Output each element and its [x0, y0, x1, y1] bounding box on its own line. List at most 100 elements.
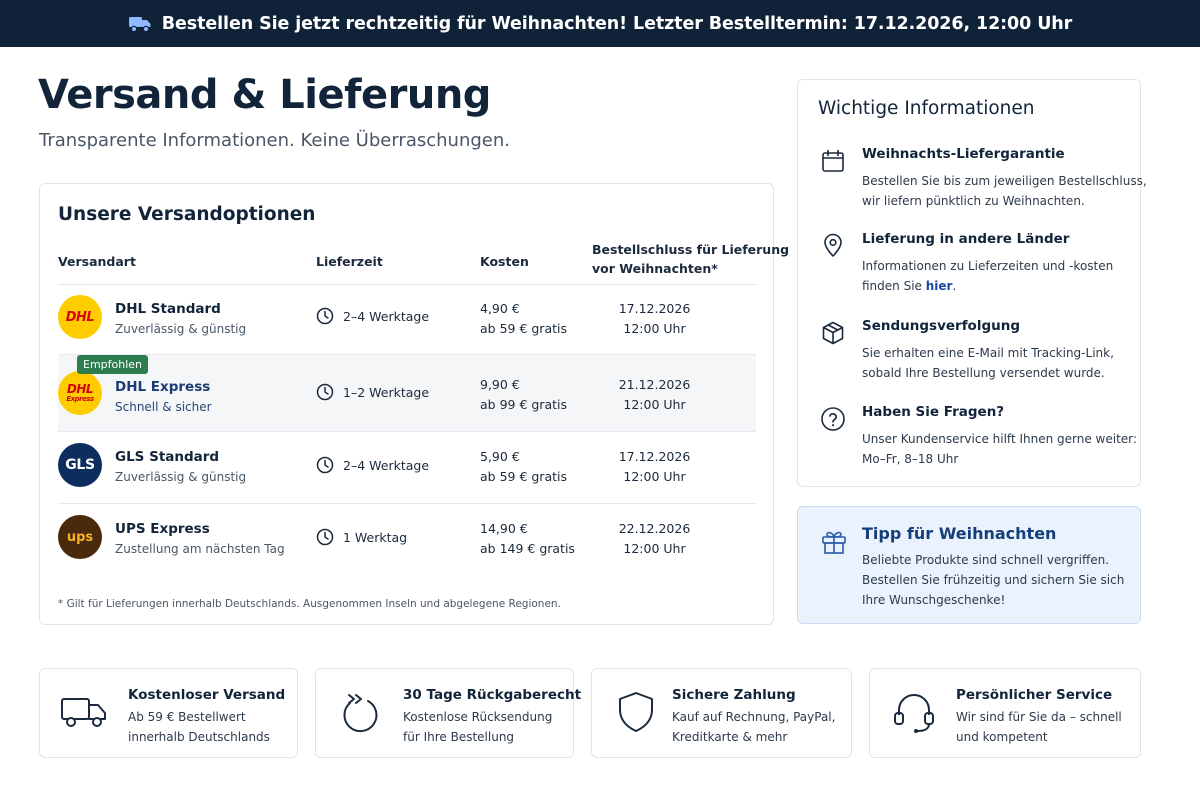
- info-item-line: finden Sie hier.: [862, 276, 1113, 296]
- info-item-line: Unser Kundenservice hilft Ihnen gerne we…: [862, 432, 1137, 446]
- column-header-deadline: Bestellschluss für Lieferung vor Weihnac…: [592, 240, 789, 278]
- info-item-line: wir liefern pünktlich zu Weihnachten.: [862, 194, 1085, 208]
- clock-icon: [316, 456, 334, 474]
- dhl-logo: DHL: [58, 295, 102, 339]
- dhl-express-logo-text: Express: [66, 395, 94, 403]
- banner-text: Bestellen Sie jetzt rechtzeitig für Weih…: [161, 13, 1073, 34]
- shipping-options-title: Unsere Versandoptionen: [58, 204, 316, 225]
- info-item-text: Bestellen Sie bis zum jeweiligen Bestell…: [862, 171, 1147, 211]
- deadline-time: 12:00 Uhr: [623, 321, 686, 336]
- feature-title: Persönlicher Service: [956, 687, 1113, 703]
- delivery-time: 1 Werktag: [343, 530, 408, 545]
- gift-icon: [822, 531, 846, 554]
- info-item-title: Weihnachts-Liefergarantie: [862, 146, 1065, 162]
- info-item-line: Mo–Fr, 8–18 Uhr: [862, 452, 959, 466]
- shipping-cost: 5,90 €: [480, 449, 520, 464]
- feature-text: Kostenlose Rücksendung für Ihre Bestellu…: [403, 707, 552, 747]
- ups-logo: ups: [58, 515, 102, 559]
- free-shipping-threshold: ab 59 € gratis: [480, 469, 567, 484]
- dhl-express-logo: DHL Express: [58, 371, 102, 415]
- deadline-date: 22.12.2026: [618, 521, 691, 536]
- carrier-name: UPS Express: [115, 521, 210, 537]
- table-row-dhl-express[interactable]: DHL Express DHL Express Schnell & sicher…: [58, 355, 756, 432]
- gls-logo: GLS: [58, 443, 102, 487]
- announcement-banner: Bestellen Sie jetzt rechtzeitig für Weih…: [0, 0, 1200, 47]
- feature-title: Sichere Zahlung: [672, 687, 796, 703]
- carrier-description: Schnell & sicher: [115, 400, 212, 414]
- truck-icon: [128, 15, 152, 33]
- shipping-cost: 4,90 €: [480, 301, 520, 316]
- info-item-text: Sie erhalten eine E-Mail mit Tracking-Li…: [862, 343, 1114, 383]
- shipping-cost: 9,90 €: [480, 377, 520, 392]
- feature-text: Ab 59 € Bestellwert innerhalb Deutschlan…: [128, 707, 270, 747]
- info-item-title: Lieferung in andere Länder: [862, 231, 1070, 247]
- recommended-badge: Empfohlen: [77, 355, 149, 374]
- clock-icon: [316, 528, 334, 546]
- return-icon: [343, 694, 378, 733]
- feature-line: und kompetent: [956, 730, 1048, 744]
- table-row-gls-standard[interactable]: GLS GLS Standard Zuverlässig & günstig 2…: [58, 432, 756, 504]
- info-item-line: Sie erhalten eine E-Mail mit Tracking-Li…: [862, 346, 1114, 360]
- headset-icon: [894, 694, 934, 733]
- column-header-cost: Kosten: [480, 254, 529, 269]
- gls-logo-text: GLS: [65, 457, 95, 473]
- clock-icon: [316, 383, 334, 401]
- info-item-title: Sendungsverfolgung: [862, 318, 1021, 334]
- column-header-method: Versandart: [58, 254, 136, 269]
- international-info-link[interactable]: hier: [926, 279, 953, 293]
- page-subtitle: Transparente Informationen. Keine Überra…: [39, 130, 510, 151]
- deadline-time: 12:00 Uhr: [623, 541, 686, 556]
- deadline-date: 17.12.2026: [618, 449, 691, 464]
- feature-line: für Ihre Bestellung: [403, 730, 515, 744]
- feature-title: 30 Tage Rückgaberecht: [403, 687, 582, 703]
- tip-title: Tipp für Weihnachten: [862, 524, 1057, 543]
- free-shipping-threshold: ab 59 € gratis: [480, 321, 567, 336]
- feature-line: innerhalb Deutschlands: [128, 730, 270, 744]
- carrier-name: DHL Standard: [115, 301, 221, 317]
- carrier-name: GLS Standard: [115, 449, 220, 465]
- clock-icon: [316, 307, 334, 325]
- carrier-description: Zuverlässig & günstig: [115, 470, 247, 484]
- feature-line: Wir sind für Sie da – schnell: [956, 710, 1122, 724]
- info-item-text: Informationen zu Lieferzeiten und -koste…: [862, 256, 1113, 296]
- feature-free-shipping: Kostenloser Versand Ab 59 € Bestellwert …: [39, 668, 298, 758]
- carrier-description: Zustellung am nächsten Tag: [115, 542, 285, 556]
- dhl-logo-text: DHL: [66, 382, 94, 396]
- map-pin-icon: [824, 233, 842, 257]
- feature-line: Kreditkarte & mehr: [672, 730, 788, 744]
- feature-personal-service: Persönlicher Service Wir sind für Sie da…: [869, 668, 1141, 758]
- feature-text: Wir sind für Sie da – schnell und kompet…: [956, 707, 1122, 747]
- info-item-text: Unser Kundenservice hilft Ihnen gerne we…: [862, 429, 1137, 469]
- tip-line: Beliebte Produkte sind schnell vergriffe…: [862, 553, 1110, 567]
- info-item-text-prefix: finden Sie: [862, 279, 926, 293]
- truck-icon: [61, 698, 106, 727]
- carrier-name: DHL Express: [115, 379, 211, 395]
- tip-line: Bestellen Sie frühzeitig und sichern Sie…: [862, 573, 1125, 587]
- column-header-time: Lieferzeit: [316, 254, 383, 269]
- tip-line: Ihre Wunschgeschenke!: [862, 593, 1006, 607]
- shipping-footnote: * Gilt für Lieferungen innerhalb Deutsch…: [58, 598, 561, 610]
- info-item-line: Informationen zu Lieferzeiten und -koste…: [862, 259, 1114, 273]
- feature-secure-payment: Sichere Zahlung Kauf auf Rechnung, PayPa…: [591, 668, 852, 758]
- feature-title: Kostenloser Versand: [128, 687, 286, 703]
- table-row-dhl-standard[interactable]: DHL DHL Standard Zuverlässig & günstig 2…: [58, 285, 756, 355]
- delivery-time: 1–2 Werktage: [343, 385, 430, 400]
- deadline-date: 21.12.2026: [618, 377, 691, 392]
- deadline-time: 12:00 Uhr: [623, 397, 686, 412]
- free-shipping-threshold: ab 149 € gratis: [480, 541, 575, 556]
- delivery-time: 2–4 Werktage: [343, 309, 430, 324]
- shipping-cost: 14,90 €: [480, 521, 528, 536]
- info-item-title: Haben Sie Fragen?: [862, 404, 1005, 420]
- info-item-text-suffix: .: [952, 279, 957, 293]
- info-item-line: sobald Ihre Bestellung versendet wurde.: [862, 366, 1105, 380]
- feature-line: Kauf auf Rechnung, PayPal,: [672, 710, 836, 724]
- table-row-ups-express[interactable]: ups UPS Express Zustellung am nächsten T…: [58, 504, 756, 576]
- package-icon: [822, 321, 844, 345]
- shipping-options-card: Unsere Versandoptionen Versandart Liefer…: [39, 183, 789, 625]
- column-header-deadline-line2: vor Weihnachten*: [592, 261, 718, 276]
- info-item-line: Bestellen Sie bis zum jeweiligen Bestell…: [862, 174, 1147, 188]
- delivery-time: 2–4 Werktage: [343, 458, 430, 473]
- column-header-deadline-line1: Bestellschluss für Lieferung: [592, 242, 790, 257]
- page-title: Versand & Lieferung: [38, 72, 491, 118]
- free-shipping-threshold: ab 99 € gratis: [480, 397, 567, 412]
